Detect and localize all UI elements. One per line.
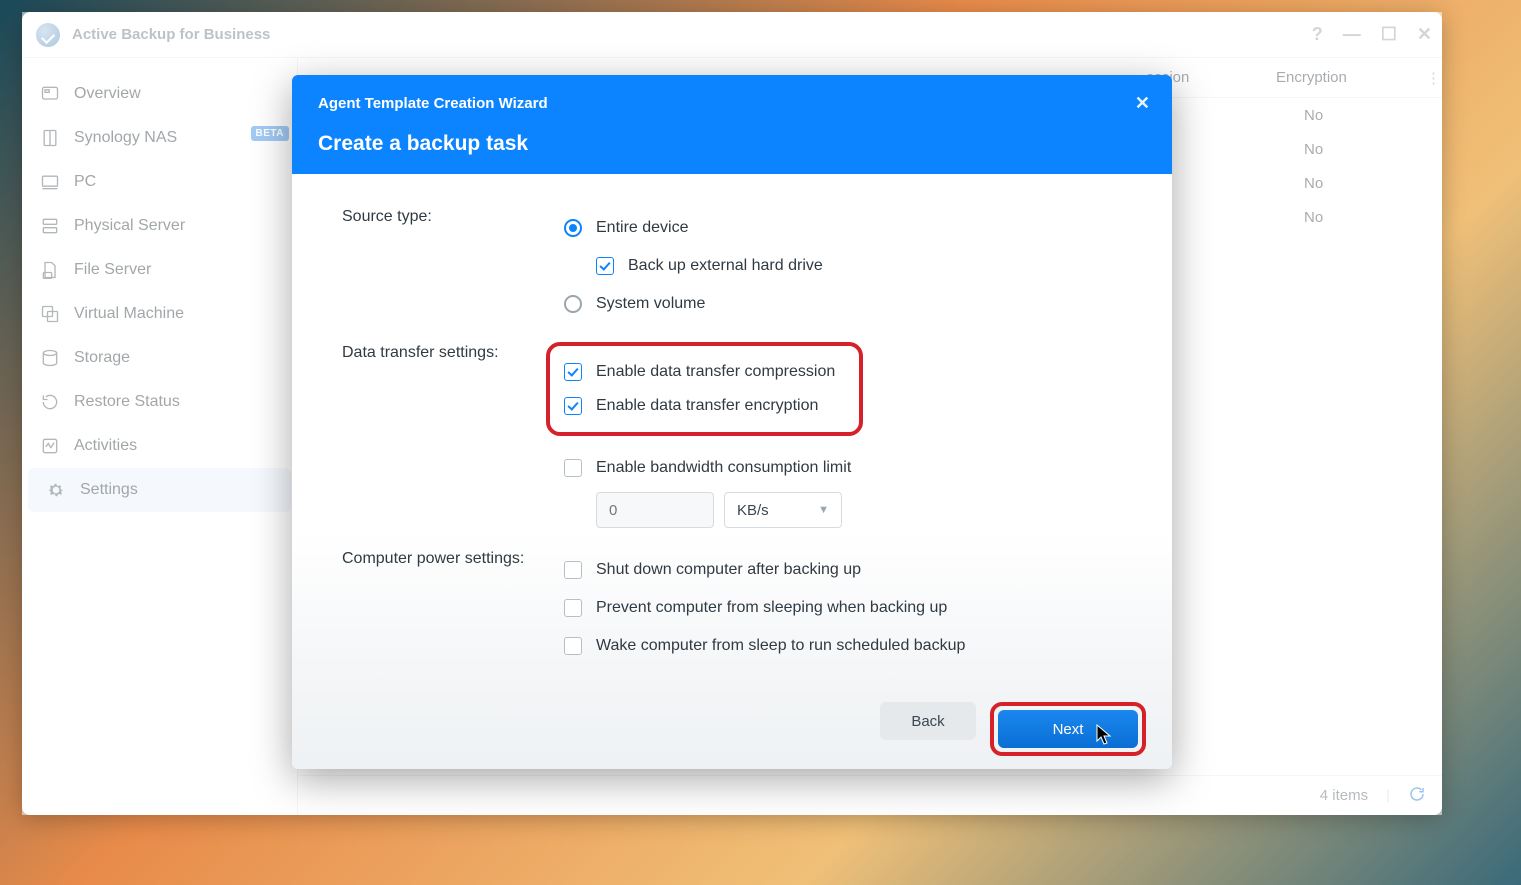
wizard-modal: Agent Template Creation Wizard ✕ Create … <box>292 75 1172 769</box>
checkbox-prevent-sleep[interactable]: Prevent computer from sleeping when back… <box>564 594 1122 622</box>
option-label: Shut down computer after backing up <box>596 561 861 579</box>
modal-header: Agent Template Creation Wizard ✕ Create … <box>292 75 1172 174</box>
label-power-settings: Computer power settings: <box>342 546 564 568</box>
annotation-highlight-transfer: Enable data transfer compression Enable … <box>546 342 863 436</box>
modal-footer: Back Next <box>292 684 1172 769</box>
back-button[interactable]: Back <box>880 702 976 740</box>
modal-overlay: Agent Template Creation Wizard ✕ Create … <box>22 12 1442 815</box>
checkbox-shutdown[interactable]: Shut down computer after backing up <box>564 556 1122 584</box>
checkbox-icon <box>564 637 582 655</box>
annotation-highlight-next: Next <box>990 702 1146 756</box>
radio-system-volume[interactable]: System volume <box>564 290 1122 318</box>
option-label: Enable bandwidth consumption limit <box>596 459 851 477</box>
checkbox-bandwidth-limit[interactable]: Enable bandwidth consumption limit <box>564 454 1122 482</box>
unit-label: KB/s <box>737 502 769 519</box>
checkbox-icon <box>564 561 582 579</box>
checkbox-wake[interactable]: Wake computer from sleep to run schedule… <box>564 632 1122 660</box>
checkbox-external-drive[interactable]: Back up external hard drive <box>596 252 1122 280</box>
label-data-transfer: Data transfer settings: <box>342 340 564 362</box>
option-label: Wake computer from sleep to run schedule… <box>596 637 965 655</box>
bandwidth-unit-select[interactable]: KB/s ▼ <box>724 492 842 528</box>
checkbox-icon <box>564 599 582 617</box>
radio-entire-device[interactable]: Entire device <box>564 214 1122 242</box>
checkbox-icon <box>564 459 582 477</box>
radio-icon <box>564 295 582 313</box>
modal-body: Source type: Entire device Back up exter… <box>292 174 1172 684</box>
checkbox-compression[interactable]: Enable data transfer compression <box>564 358 835 386</box>
close-icon[interactable]: ✕ <box>1135 93 1150 114</box>
checkbox-encryption[interactable]: Enable data transfer encryption <box>564 392 835 420</box>
modal-title: Create a backup task <box>318 132 1150 156</box>
label-source-type: Source type: <box>342 204 564 226</box>
radio-icon <box>564 219 582 237</box>
checkbox-icon <box>564 363 582 381</box>
chevron-down-icon: ▼ <box>818 504 829 516</box>
bandwidth-value-input <box>596 492 714 528</box>
option-label: System volume <box>596 295 705 313</box>
option-label: Back up external hard drive <box>628 257 823 275</box>
option-label: Enable data transfer compression <box>596 363 835 381</box>
checkbox-icon <box>596 257 614 275</box>
option-label: Enable data transfer encryption <box>596 397 818 415</box>
checkbox-icon <box>564 397 582 415</box>
next-button[interactable]: Next <box>998 710 1138 748</box>
option-label: Entire device <box>596 219 689 237</box>
option-label: Prevent computer from sleeping when back… <box>596 599 947 617</box>
app-window: Active Backup for Business ? — ☐ ✕ Overv… <box>22 12 1442 815</box>
wizard-name: Agent Template Creation Wizard <box>318 95 548 112</box>
